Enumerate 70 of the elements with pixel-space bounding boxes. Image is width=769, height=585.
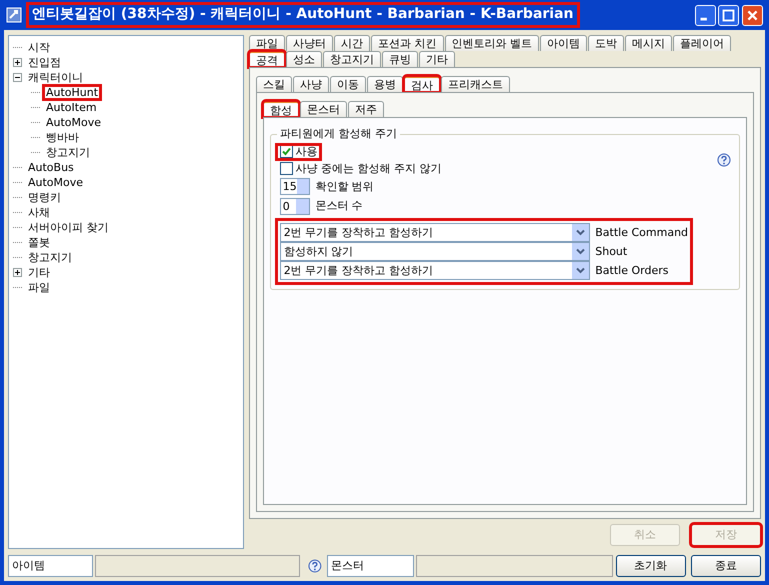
status-field: 아이템 — [8, 555, 93, 577]
status-field: 몬스터 — [326, 555, 414, 577]
dropdown[interactable]: 2번 무기를 장착하고 함성하기 — [280, 261, 590, 280]
tab[interactable]: 함성 — [263, 101, 299, 117]
number-spinner[interactable]: 0 — [280, 198, 310, 215]
tab[interactable]: 시간 — [334, 35, 370, 51]
app-icon — [6, 7, 22, 23]
tree-item[interactable]: 사채 — [26, 206, 52, 220]
skill-label: Battle Command — [595, 226, 688, 240]
caret-icon[interactable] — [576, 248, 585, 255]
tab[interactable]: 프리캐스트 — [441, 76, 510, 92]
tab[interactable]: 플레이어 — [673, 35, 731, 51]
tab[interactable]: 아이템 — [540, 35, 587, 51]
tree-item[interactable]: AutoMove — [26, 176, 86, 190]
tab[interactable]: 용병 — [367, 76, 403, 92]
tab[interactable]: 몬스터 — [300, 101, 347, 117]
tab[interactable]: 스킬 — [256, 76, 292, 92]
tree-item[interactable]: 파일 — [26, 280, 52, 294]
tab[interactable]: 기타 — [419, 51, 455, 67]
tab[interactable]: 포션과 치킨 — [371, 35, 444, 51]
help-icon[interactable] — [308, 559, 322, 573]
tab[interactable]: 성소 — [286, 51, 322, 67]
tree-item[interactable]: 삥바바 — [44, 130, 81, 144]
tree-item[interactable]: AutoItem — [44, 100, 99, 114]
skill-label: Battle Orders — [595, 264, 668, 278]
tree-item[interactable]: 쫄봇 — [26, 236, 52, 250]
tab[interactable]: 사냥 — [293, 76, 329, 92]
maximize-button[interactable] — [718, 4, 740, 26]
footer-button[interactable]: 초기화 — [616, 555, 686, 577]
footer-button[interactable]: 종료 — [691, 555, 761, 577]
tab[interactable]: 검사 — [404, 76, 440, 92]
tree-item[interactable]: 시작 — [26, 40, 52, 54]
tree-item[interactable]: 창고지기 — [26, 250, 74, 264]
help-icon[interactable] — [717, 153, 731, 167]
tree-item[interactable]: AutoBus — [26, 160, 76, 174]
check-icon — [282, 147, 291, 156]
checkbox[interactable]: 사냥 중에는 함성해 주지 않기 — [277, 162, 444, 176]
tab[interactable]: 공격 — [249, 51, 285, 67]
number-spinner[interactable]: 15 — [280, 178, 310, 195]
tab[interactable]: 도박 — [588, 35, 624, 51]
spinner-label: 확인할 범위 — [315, 180, 374, 194]
tab[interactable]: 메시지 — [625, 35, 672, 51]
caret-icon[interactable] — [576, 229, 585, 236]
dropdown[interactable]: 2번 무기를 장착하고 함성하기 — [280, 223, 590, 242]
tree-item[interactable]: AutoHunt — [44, 86, 100, 100]
tree-item[interactable]: 캐릭터이니 — [26, 70, 85, 84]
tree-item[interactable]: 진입점 — [26, 56, 63, 70]
minimize-button[interactable] — [694, 4, 716, 26]
skill-label: Shout — [595, 244, 628, 258]
dropdown[interactable]: 함성하지 않기 — [280, 242, 590, 261]
tree-item[interactable]: 명령키 — [26, 190, 63, 204]
window-title: 엔티봇길잡이 (38차수정) - 캐릭터이니 - AutoHunt - Barbarian - K-Barbarian — [28, 4, 578, 26]
tab[interactable]: 이동 — [330, 76, 366, 92]
tab[interactable]: 큐빙 — [382, 51, 418, 67]
caret-icon[interactable] — [576, 267, 585, 274]
tab[interactable]: 인벤토리와 벨트 — [444, 35, 539, 51]
tab[interactable]: 저주 — [348, 101, 384, 117]
tab[interactable]: 사냥터 — [286, 35, 333, 51]
expand-icon[interactable] — [13, 268, 22, 277]
collapse-icon[interactable] — [13, 73, 22, 82]
group-title: 파티원에게 함성해 주기 — [277, 127, 400, 141]
tab[interactable]: 창고지기 — [323, 51, 381, 67]
tree-item[interactable]: AutoMove — [44, 116, 104, 130]
close-button[interactable] — [742, 4, 763, 26]
spinner-label: 몬스터 수 — [315, 199, 363, 214]
expand-icon[interactable] — [13, 58, 22, 67]
tree-item[interactable]: 서버아이피 찾기 — [26, 220, 110, 234]
tree-item[interactable]: 기타 — [26, 266, 52, 280]
checkbox[interactable]: 사용 — [277, 145, 320, 159]
tree-item[interactable]: 창고지기 — [44, 146, 92, 160]
